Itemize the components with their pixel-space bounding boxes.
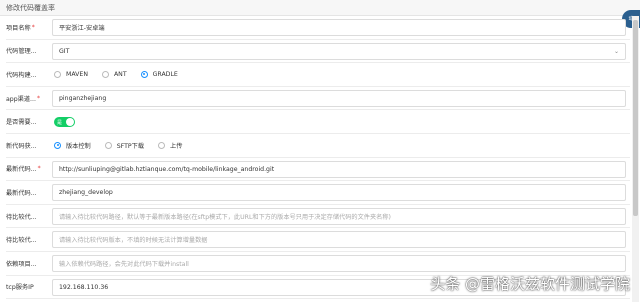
- dialog-title: 修改代码覆盖率: [6, 4, 55, 12]
- dialog-titlebar: 修改代码覆盖率 动: [0, 0, 640, 28]
- form-row-need: 是否需要... 是: [6, 110, 630, 134]
- project-name-input[interactable]: 平安浙江-安卓端: [52, 19, 626, 36]
- app-channel-input[interactable]: pinganzhejiang: [52, 89, 626, 107]
- code-mgmt-label: 代码管理...: [6, 48, 37, 56]
- vertical-scrollbar[interactable]: [632, 16, 639, 302]
- toggle-text: 是: [57, 119, 63, 126]
- form-row-code-mgmt: 代码管理... GIT ⌄: [6, 40, 630, 64]
- compare-version-input[interactable]: 请输入待比较代码版本，不填的时候无法计算增量数据: [52, 231, 626, 249]
- code-mgmt-value: GIT: [59, 47, 70, 55]
- need-toggle[interactable]: 是: [54, 117, 75, 128]
- radio-circle-icon[interactable]: [101, 70, 109, 78]
- compare-path-label: 待比较代...: [6, 213, 37, 221]
- radio-selected-icon[interactable]: [140, 70, 148, 78]
- form-row-latest-code: 最新代码... * http://sunliuping@gitlab.hztian…: [6, 158, 630, 182]
- radio-upload[interactable]: 上传: [158, 141, 182, 150]
- form-row-code-build: 代码构建... MAVEN ANT GRADLE: [6, 63, 630, 87]
- dep-project-label: 依赖项目...: [6, 260, 37, 268]
- new-code-get-radio-group: 版本控制 SFTP下载 上传: [54, 134, 196, 157]
- coverage-form: 项目名称 * 平安浙江-安卓端 代码管理... GIT ⌄ 代码构建... MAV…: [6, 16, 630, 300]
- form-row-new-code-get: 新代码获... 版本控制 SFTP下载 上传: [6, 134, 630, 158]
- toggle-knob: [66, 118, 74, 127]
- watermark-text: 头条 @雷格沃兹软件测试学院: [430, 275, 630, 293]
- need-label: 是否需要...: [6, 119, 37, 127]
- code-build-label: 代码构建...: [6, 71, 37, 79]
- chevron-down-icon[interactable]: ⌄: [614, 48, 619, 55]
- radio-ant[interactable]: ANT: [101, 70, 127, 78]
- latest-code-branch-label: 最新代码...: [6, 189, 37, 197]
- form-row-compare-version: 待比较代... 请输入待比较代码版本，不填的时候无法计算增量数据: [6, 228, 630, 252]
- latest-code-branch-input[interactable]: zhejiang_develop: [52, 184, 626, 202]
- form-row-project-name: 项目名称 * 平安浙江-安卓端: [6, 16, 630, 40]
- form-row-app-channel: app渠道... * pinganzhejiang: [6, 87, 630, 111]
- radio-gradle[interactable]: GRADLE: [140, 70, 178, 78]
- tcp-ip-label: tcp服务IP: [6, 284, 34, 292]
- code-build-radio-group: MAVEN ANT GRADLE: [54, 63, 192, 86]
- radio-circle-icon[interactable]: [158, 141, 166, 149]
- form-row-dep-project: 依赖项目... 输入依赖代码路径，会先对此代码下载并install: [6, 252, 630, 276]
- radio-circle-icon[interactable]: [104, 141, 112, 149]
- radio-circle-icon[interactable]: [54, 70, 61, 78]
- compare-path-input[interactable]: 请输入待比较代码路径，默认等于最新版本路径(在sftp模式下，此URL和下方的版…: [52, 207, 626, 225]
- app-channel-label: app渠道... *: [6, 94, 40, 103]
- project-name-label: 项目名称 *: [6, 23, 35, 32]
- latest-code-url-input[interactable]: http://sunliuping@gitlab.hztianque.com/t…: [52, 160, 626, 178]
- scrollbar-thumb[interactable]: [633, 20, 638, 216]
- form-row-latest-code-branch: 最新代码... zhejiang_develop: [6, 181, 630, 205]
- new-code-get-label: 新代码获...: [6, 142, 37, 150]
- compare-version-label: 待比较代...: [6, 237, 37, 245]
- code-mgmt-select[interactable]: GIT ⌄: [52, 42, 626, 60]
- latest-code-label: 最新代码... *: [6, 165, 41, 174]
- form-row-compare-path: 待比较代... 请输入待比较代码路径，默认等于最新版本路径(在sftp模式下，此…: [6, 205, 630, 229]
- radio-maven[interactable]: MAVEN: [54, 70, 88, 78]
- dep-project-input[interactable]: 输入依赖代码路径，会先对此代码下载并install: [52, 254, 626, 272]
- radio-version-control[interactable]: 版本控制: [54, 141, 91, 150]
- radio-selected-icon[interactable]: [54, 141, 61, 149]
- radio-sftp[interactable]: SFTP下载: [104, 141, 144, 150]
